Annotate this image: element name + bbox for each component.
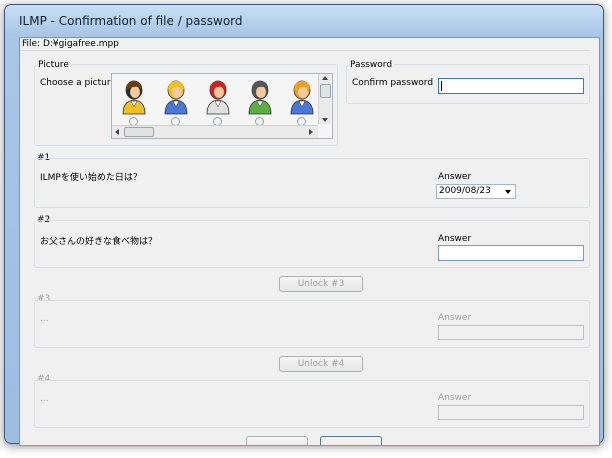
horizontal-scrollbar[interactable] (112, 125, 318, 138)
question-2-answer-label: Answer (438, 234, 472, 244)
question-1-answer-label: Answer (438, 172, 472, 182)
white-avatar-icon[interactable] (204, 77, 232, 115)
partial-avatar-icon[interactable] (288, 77, 316, 115)
horizontal-scroll-thumb[interactable] (124, 127, 154, 137)
scroll-down-arrow-icon[interactable] (322, 118, 328, 122)
vertical-scroll-thumb[interactable] (320, 84, 331, 98)
question-4-text: ... (40, 394, 49, 404)
unlock-4-button[interactable]: Unlock #4 (279, 356, 363, 372)
blue-avatar-icon[interactable] (162, 77, 190, 115)
picture-group-label: Picture (36, 60, 71, 70)
question-4-answer-input[interactable] (438, 405, 584, 420)
question-2-text: お父さんの好きな食べ物は？ (40, 237, 158, 247)
choose-picture-label: Choose a picture (40, 78, 116, 88)
question-3-text: ... (40, 314, 49, 324)
chevron-down-icon[interactable] (505, 190, 511, 194)
confirm-password-input[interactable] (438, 78, 584, 94)
unlock-3-button[interactable]: Unlock #3 (279, 276, 363, 292)
text-caret (441, 81, 442, 91)
question-3-group (34, 300, 590, 348)
question-4-group (34, 380, 590, 428)
green-avatar-icon[interactable] (246, 77, 274, 115)
file-path-box: File: D:¥gigafree.mpp (20, 38, 590, 51)
picture-selector[interactable] (111, 73, 333, 139)
question-3-answer-label: Answer (438, 313, 472, 323)
question-1-group (34, 158, 590, 208)
vertical-scrollbar[interactable] (318, 74, 331, 124)
yellow-avatar-icon[interactable] (120, 77, 148, 115)
question-1-text: ILMPを使い始めた日は？ (40, 173, 142, 183)
scroll-left-arrow-icon[interactable] (115, 129, 119, 135)
bottom-button-left[interactable] (246, 436, 308, 445)
question-3-answer-input[interactable] (438, 325, 584, 340)
password-group-label: Password (348, 60, 395, 70)
scroll-up-arrow-icon[interactable] (322, 76, 328, 80)
question-2-answer-input[interactable] (438, 245, 584, 261)
dialog-client-area: File: D:¥gigafree.mpp Picture Choose a p… (19, 37, 600, 446)
question-1-date-value: 2009/08/23 (439, 186, 491, 196)
window-title: ILMP - Confirmation of file / password (19, 14, 243, 28)
confirm-password-label: Confirm password (352, 78, 434, 88)
question-1-date-picker[interactable]: 2009/08/23 (436, 184, 516, 199)
scroll-right-arrow-icon[interactable] (309, 129, 313, 135)
bottom-button-right[interactable] (320, 436, 382, 445)
question-4-answer-label: Answer (438, 393, 472, 403)
file-path-label: File: D:¥gigafree.mpp (22, 39, 119, 49)
dialog-window: ILMP - Confirmation of file / password F… (4, 4, 604, 446)
